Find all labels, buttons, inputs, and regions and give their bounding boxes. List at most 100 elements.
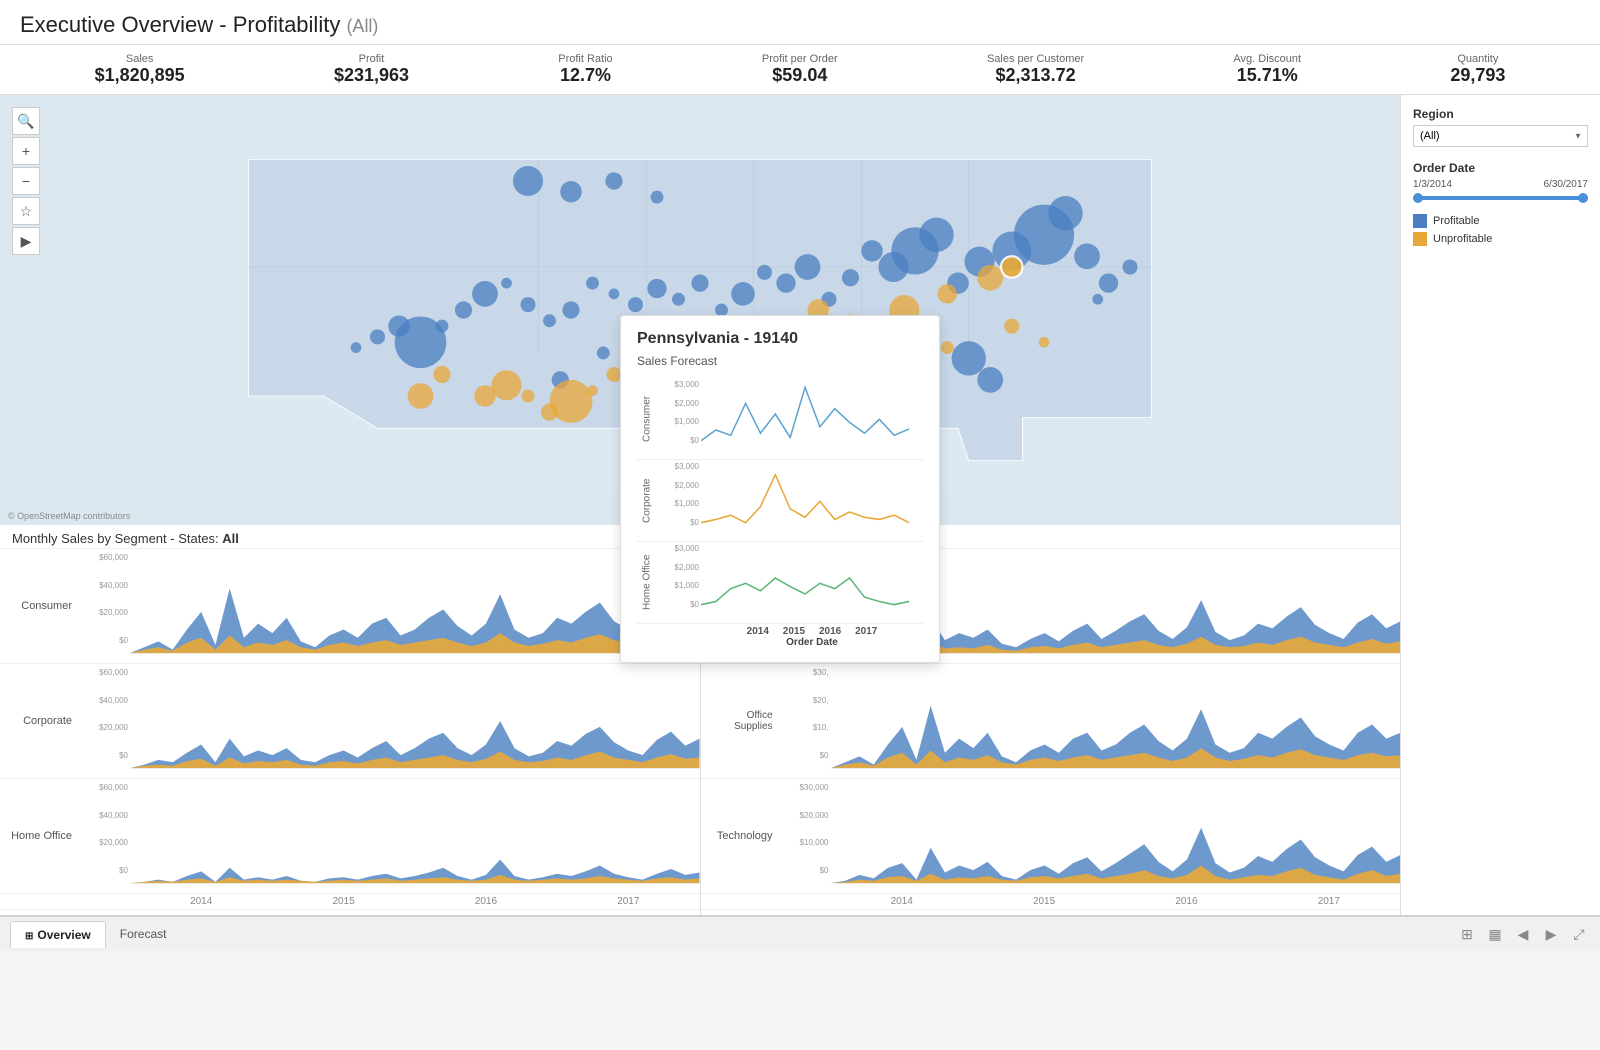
map-container[interactable]: 🔍 + − ☆ ▶: [0, 95, 1400, 525]
tooltip-corporate-yaxis: $3,000$2,000$1,000$0: [657, 460, 701, 541]
tab-bar: ⊞Overview Forecast ⊞ ▦ ◀ ▶ ⤢: [0, 915, 1600, 951]
region-section: Region (All): [1413, 107, 1588, 147]
corporate-label: Corporate: [0, 715, 80, 727]
map-star-btn[interactable]: ☆: [12, 197, 40, 225]
main-content: 🔍 + − ☆ ▶: [0, 95, 1600, 915]
tooltip-homeoffice-chart: [701, 542, 923, 623]
corporate-yaxis: $60,000$40,000$20,000$0: [80, 668, 130, 774]
right-panel: Region (All) Order Date 1/3/2014 6/30/20…: [1400, 95, 1600, 915]
left-chart-title: Monthly Sales by Segment - States: All: [0, 525, 700, 549]
tooltip-consumer-yaxis: $3,000$2,000$1,000$0: [657, 378, 701, 459]
tooltip-subtitle: Sales Forecast: [637, 354, 923, 368]
tooltip-title: Pennsylvania - 19140: [637, 330, 923, 348]
tooltip: Pennsylvania - 19140 Sales Forecast Cons…: [620, 315, 940, 663]
tabs-right: ⊞ ▦ ◀ ▶ ⤢: [1456, 923, 1590, 945]
map-attribution: © OpenStreetMap contributors: [8, 511, 130, 521]
homeoffice-label: Home Office: [0, 830, 80, 842]
date-end: 6/30/2017: [1544, 179, 1589, 190]
date-range-display: 1/3/2014 6/30/2017: [1413, 179, 1588, 190]
kpi-avg-discount: Avg. Discount 15.71%: [1233, 53, 1301, 86]
tab-forecast[interactable]: Forecast: [106, 921, 181, 947]
pa-19140-bubble[interactable]: [1001, 256, 1023, 278]
region-label: Region: [1413, 107, 1588, 121]
kpi-sales-label: Sales: [95, 53, 185, 65]
office-supplies-label: OfficeSupplies: [701, 710, 781, 732]
chart-row-homeoffice: Home Office $60,000$40,000$20,000$0: [0, 779, 700, 894]
tooltip-consumer-row: Consumer $3,000$2,000$1,000$0: [637, 378, 923, 460]
range-thumb-left[interactable]: [1413, 193, 1423, 203]
left-charts: Monthly Sales by Segment - States: All C…: [0, 525, 701, 915]
kpi-qty-value: 29,793: [1450, 65, 1505, 86]
tooltip-xaxis: 2014 2015 2016 2017: [637, 626, 923, 637]
tooltip-homeoffice-yaxis: $3,000$2,000$1,000$0: [657, 542, 701, 623]
kpi-profit-ratio-label: Profit Ratio: [558, 53, 612, 65]
consumer-chart: [130, 553, 700, 659]
map-zoom-in-btn[interactable]: +: [12, 137, 40, 165]
kpi-spc-label: Sales per Customer: [987, 53, 1084, 65]
office-supplies-yaxis: $30,$20,$10,$0: [781, 668, 831, 774]
kpi-avgd-label: Avg. Discount: [1233, 53, 1301, 65]
tab-prev-btn[interactable]: ◀: [1512, 923, 1534, 945]
kpi-bar: Sales $1,820,895 Profit $231,963 Profit …: [0, 45, 1600, 95]
tooltip-corporate-row: Corporate $3,000$2,000$1,000$0: [637, 460, 923, 542]
chart-row-technology: Technology $30,000$20,000$10,000$0: [701, 779, 1401, 894]
legend-section: Profitable Unprofitable: [1413, 214, 1588, 246]
map-zoom-out-btn[interactable]: −: [12, 167, 40, 195]
tooltip-consumer-chart: [701, 378, 923, 459]
kpi-spc-value: $2,313.72: [987, 65, 1084, 86]
consumer-yaxis: $60,000$40,000$20,000$0: [80, 553, 130, 659]
kpi-sales-per-customer: Sales per Customer $2,313.72: [987, 53, 1084, 86]
kpi-avgd-value: 15.71%: [1233, 65, 1301, 86]
kpi-profit-label: Profit: [334, 53, 409, 65]
tooltip-homeoffice-label: Home Office: [637, 542, 657, 623]
tooltip-homeoffice-row: Home Office $3,000$2,000$1,000$0: [637, 542, 923, 624]
legend-profitable-label: Profitable: [1433, 215, 1479, 227]
kpi-qty-label: Quantity: [1450, 53, 1505, 65]
kpi-profit-value: $231,963: [334, 65, 409, 86]
date-start: 1/3/2014: [1413, 179, 1452, 190]
kpi-ppo-label: Profit per Order: [762, 53, 838, 65]
chart-row-office-supplies: OfficeSupplies $30,$20,$10,$0: [701, 664, 1401, 779]
page-title: Executive Overview - Profitability (All): [20, 12, 1580, 38]
homeoffice-yaxis: $60,000$40,000$20,000$0: [80, 783, 130, 889]
corporate-chart: [130, 668, 700, 774]
tab-overview[interactable]: ⊞Overview: [10, 921, 106, 948]
bubble-unprofitable-pa[interactable]: [977, 265, 1003, 291]
map-play-btn[interactable]: ▶: [12, 227, 40, 255]
legend-unprofitable-color: [1413, 232, 1427, 246]
kpi-quantity: Quantity 29,793: [1450, 53, 1505, 86]
technology-chart: [831, 783, 1401, 889]
legend-unprofitable-label: Unprofitable: [1433, 233, 1492, 245]
order-date-section: Order Date 1/3/2014 6/30/2017: [1413, 161, 1588, 200]
range-thumb-right[interactable]: [1578, 193, 1588, 203]
kpi-ppo-value: $59.04: [762, 65, 838, 86]
tab-expand-btn[interactable]: ⤢: [1568, 923, 1590, 945]
map-controls: 🔍 + − ☆ ▶: [12, 107, 40, 257]
office-supplies-chart: [831, 668, 1401, 774]
page-header: Executive Overview - Profitability (All): [0, 0, 1600, 45]
tab-next-btn[interactable]: ▶: [1540, 923, 1562, 945]
tooltip-xaxis-label: Order Date: [637, 637, 923, 648]
chart-row-corporate: Corporate $60,000$40,000$20,000$0: [0, 664, 700, 779]
order-date-label: Order Date: [1413, 161, 1588, 175]
region-select[interactable]: (All): [1413, 125, 1588, 147]
tabs-left: ⊞Overview Forecast: [10, 921, 180, 948]
legend-profitable-color: [1413, 214, 1427, 228]
range-track: [1413, 196, 1588, 200]
date-range-slider[interactable]: [1413, 196, 1588, 200]
region-select-wrap[interactable]: (All): [1413, 125, 1588, 147]
tab-grid-icon[interactable]: ⊞: [1456, 923, 1478, 945]
chart-row-consumer: Consumer $60,000$40,000$20,000$0: [0, 549, 700, 664]
kpi-profit-ratio-value: 12.7%: [558, 65, 612, 86]
tooltip-corporate-chart: [701, 460, 923, 541]
tooltip-corporate-label: Corporate: [637, 460, 657, 541]
homeoffice-chart: [130, 783, 700, 889]
tab-list-icon[interactable]: ▦: [1484, 923, 1506, 945]
kpi-sales: Sales $1,820,895: [95, 53, 185, 86]
right-xaxis: 2014 2015 2016 2017: [701, 894, 1401, 910]
map-search-btn[interactable]: 🔍: [12, 107, 40, 135]
legend-unprofitable: Unprofitable: [1413, 232, 1588, 246]
technology-yaxis: $30,000$20,000$10,000$0: [781, 783, 831, 889]
kpi-profit: Profit $231,963: [334, 53, 409, 86]
technology-label: Technology: [701, 830, 781, 842]
